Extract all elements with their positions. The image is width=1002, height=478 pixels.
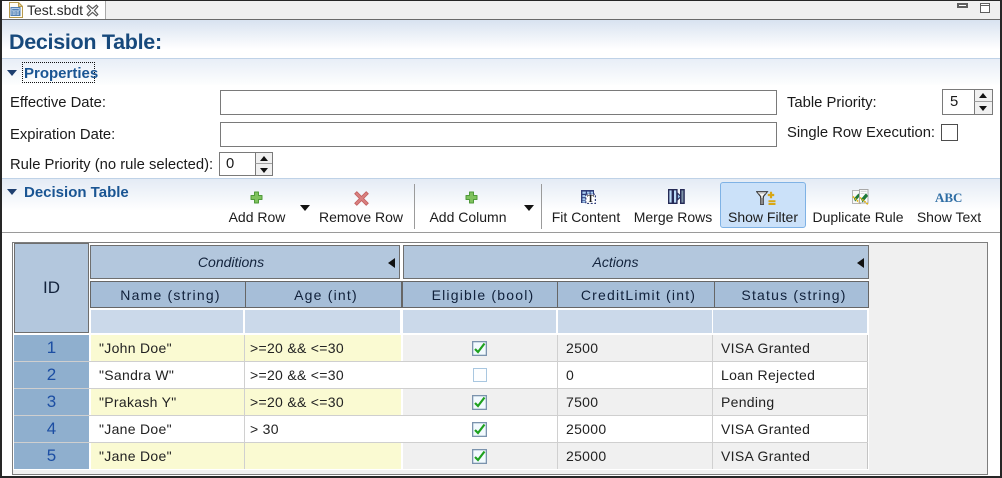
svg-text:T: T xyxy=(587,194,594,204)
